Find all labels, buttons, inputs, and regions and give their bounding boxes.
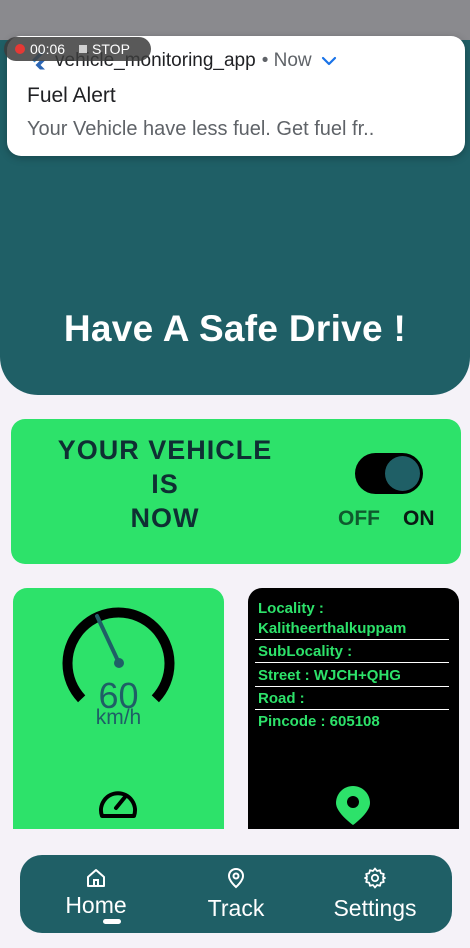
- location-card: Locality : Kalitheerthalkuppam SubLocali…: [248, 588, 459, 829]
- active-tab-indicator: [103, 919, 121, 924]
- location-street: Street : WJCH+QHG: [258, 667, 401, 684]
- vehicle-status-line: YOUR VEHICLE: [57, 435, 273, 465]
- vehicle-status-line: IS: [151, 469, 179, 499]
- page-title: Have A Safe Drive !: [63, 308, 407, 349]
- gear-icon: [364, 867, 386, 889]
- notification-title: Fuel Alert: [27, 84, 116, 107]
- divider: [255, 686, 449, 687]
- location-pin-icon: [227, 867, 245, 889]
- nav-item-home[interactable]: Home: [36, 855, 156, 933]
- speedometer-icon: [99, 791, 137, 818]
- nav-item-track[interactable]: Track: [176, 855, 296, 933]
- location-pincode: Pincode : 605108: [258, 713, 380, 730]
- gauge-needle: [95, 614, 121, 665]
- recording-stop-button[interactable]: STOP: [92, 41, 130, 57]
- nav-label-home: Home: [65, 892, 127, 918]
- chevron-down-icon[interactable]: [320, 52, 338, 70]
- stop-icon: [79, 45, 88, 53]
- toggle-off-label: OFF: [338, 507, 380, 530]
- speed-unit: km/h: [95, 706, 142, 729]
- speed-card: 60 km/h: [13, 588, 224, 829]
- location-road: Road :: [258, 690, 305, 707]
- divider: [255, 662, 449, 663]
- home-icon: [87, 869, 105, 887]
- recording-elapsed: 00:06: [30, 41, 66, 57]
- location-locality-label: Locality :: [258, 600, 324, 617]
- nav-item-settings[interactable]: Settings: [315, 855, 435, 933]
- screen-recording-pill[interactable]: 00:06 STOP: [4, 37, 151, 61]
- divider: [255, 639, 449, 640]
- vehicle-status-line: NOW: [130, 503, 200, 533]
- vehicle-power-toggle[interactable]: [355, 453, 423, 494]
- toggle-knob: [385, 456, 420, 491]
- record-dot-icon: [15, 44, 25, 54]
- location-sublocality: SubLocality :: [258, 643, 353, 660]
- notification-time: • Now: [261, 50, 312, 71]
- notification-body: Your Vehicle have less fuel. Get fuel fr…: [27, 118, 375, 140]
- nav-label-track: Track: [207, 895, 265, 921]
- vehicle-status-text: YOUR VEHICLE IS NOW: [51, 433, 279, 535]
- nav-label-settings: Settings: [333, 895, 417, 921]
- gauge-hub: [114, 658, 124, 668]
- location-pin-icon: [336, 786, 370, 825]
- bottom-navigation: Home Track Settings: [20, 855, 452, 933]
- divider: [255, 709, 449, 710]
- status-bar: [0, 0, 470, 40]
- toggle-on-label: ON: [403, 507, 435, 530]
- location-locality-value: Kalitheerthalkuppam: [258, 620, 407, 637]
